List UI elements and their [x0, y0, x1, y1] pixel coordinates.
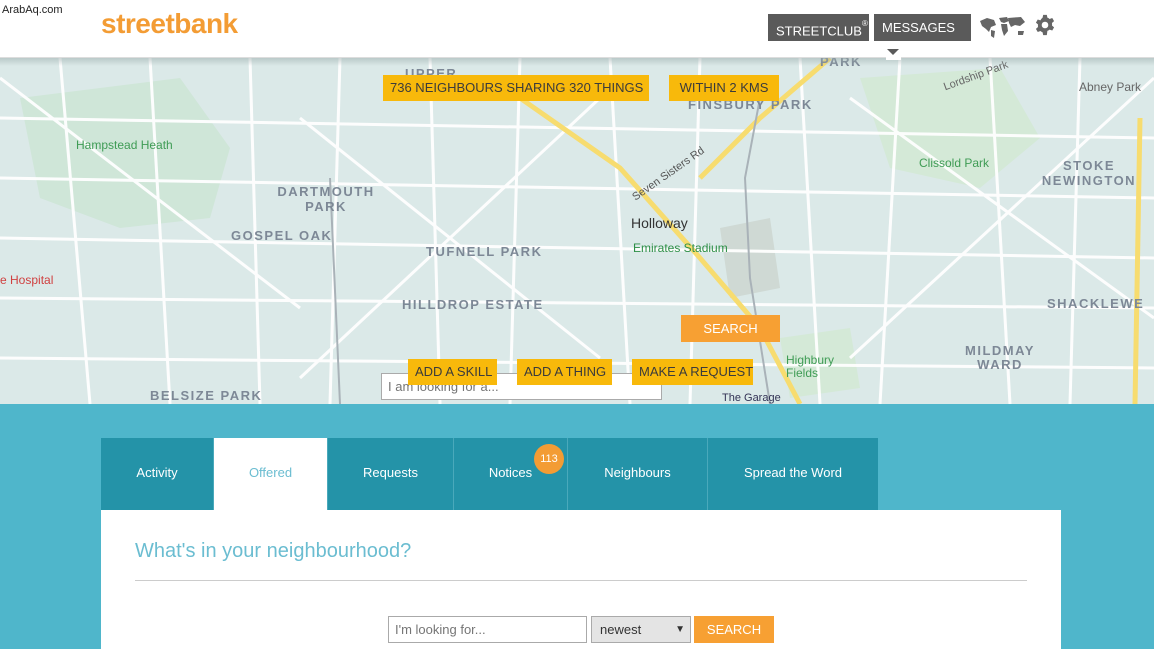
- map-top-shadow: [0, 58, 1154, 66]
- map-label-hospital: e Hospital: [0, 273, 54, 287]
- map-label-abney-park: Abney Park: [1079, 80, 1142, 94]
- offered-search-input[interactable]: [388, 616, 587, 643]
- add-skill-button[interactable]: ADD A SKILL: [408, 359, 497, 385]
- divider: [135, 580, 1027, 581]
- map-label-hilldrop-estate: HILLDROP ESTATE: [402, 297, 544, 312]
- world-map-icon[interactable]: [977, 14, 1027, 40]
- tab-neighbours[interactable]: Neighbours: [568, 438, 708, 510]
- map-label-belsize-park: BELSIZE PARK: [150, 388, 263, 403]
- offered-search-button[interactable]: SEARCH: [694, 616, 774, 643]
- map-label-the-garage: The Garage: [722, 392, 781, 404]
- sort-select-value: newest: [600, 622, 642, 637]
- tab-requests[interactable]: Requests: [328, 438, 454, 510]
- messages-button[interactable]: MESSAGES: [874, 14, 971, 60]
- tab-offered[interactable]: Offered: [214, 438, 328, 510]
- sort-select[interactable]: newest ▼: [591, 616, 691, 643]
- top-header: streetbank STREETCLUB® MESSAGES: [0, 0, 1154, 60]
- settings-gear-icon[interactable]: [1034, 14, 1056, 36]
- activity-tabs: Activity Offered Requests Notices Neighb…: [101, 438, 878, 510]
- map-label-hampstead-heath: Hampstead Heath: [76, 138, 173, 152]
- streetbank-logo[interactable]: streetbank: [101, 8, 238, 40]
- map-label-tufnell-park: TUFNELL PARK: [426, 244, 543, 259]
- map-label-clissold-park: Clissold Park: [919, 156, 990, 170]
- map-search-button[interactable]: SEARCH: [681, 315, 780, 342]
- map-label-dartmouth-park: DARTMOUTH PARK: [277, 184, 375, 214]
- map-label-gospel-oak: GOSPEL OAK: [231, 228, 333, 243]
- envelope-icon: [886, 49, 901, 60]
- map-label-mildmay-ward: MILDMAY WARD: [965, 343, 1035, 372]
- tab-spread-the-word[interactable]: Spread the Word: [708, 438, 878, 510]
- messages-label: MESSAGES: [882, 20, 955, 35]
- watermark: ArabAq.com: [2, 4, 63, 16]
- caret-down-icon: ▼: [675, 624, 685, 635]
- map-label-shacklewell: SHACKLEWE: [1047, 296, 1145, 311]
- neighbours-summary-badge[interactable]: 736 NEIGHBOURS SHARING 320 THINGS: [383, 75, 649, 101]
- map-label-stoke-newington: STOKE NEWINGTON: [1041, 158, 1137, 188]
- make-request-button[interactable]: MAKE A REQUEST: [632, 359, 753, 385]
- streetclub-button[interactable]: STREETCLUB®: [768, 14, 869, 41]
- map-label-highbury-fields: Highbury Fields: [786, 353, 835, 380]
- radius-badge[interactable]: WITHIN 2 KMS: [669, 75, 779, 101]
- add-thing-button[interactable]: ADD A THING: [517, 359, 612, 385]
- offered-panel: What's in your neighbourhood? newest ▼ S…: [101, 510, 1061, 649]
- registered-mark: ®: [861, 19, 868, 28]
- map-label-emirates-stadium: Emirates Stadium: [633, 241, 728, 255]
- tab-activity[interactable]: Activity: [101, 438, 214, 510]
- content-section: Activity Offered Requests Notices Neighb…: [0, 404, 1154, 649]
- notices-count-badge: 113: [534, 444, 564, 474]
- panel-title: What's in your neighbourhood?: [135, 540, 412, 562]
- map-label-holloway: Holloway: [631, 215, 688, 231]
- neighbourhood-map[interactable]: UPPER PARK FINSBURY PARK Abney Park Lord…: [0, 58, 1154, 404]
- streetclub-label: STREETCLUB: [776, 23, 862, 39]
